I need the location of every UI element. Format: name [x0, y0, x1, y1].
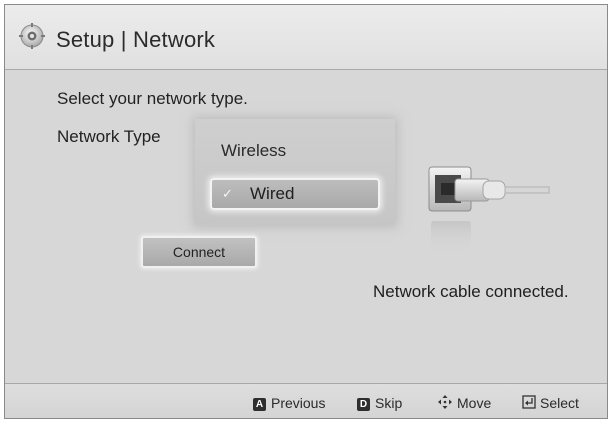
skip-hint[interactable]: D Skip [357, 395, 402, 411]
footer-bar: A Previous D Skip Move Select [5, 383, 607, 418]
header-bar: Setup | Network [5, 5, 607, 70]
network-type-dropdown[interactable]: Wireless ✓ Wired [195, 119, 395, 225]
connection-status: Network cable connected. [373, 282, 569, 301]
network-type-label: Network Type [57, 127, 161, 146]
network-prompt: Select your network type. [57, 89, 248, 108]
gear-icon [19, 23, 45, 49]
a-button-icon: A [253, 398, 266, 411]
move-arrows-icon [438, 395, 452, 409]
enter-icon [522, 395, 536, 409]
select-hint[interactable]: Select [522, 395, 579, 411]
option-wireless[interactable]: Wireless [221, 141, 286, 161]
move-hint[interactable]: Move [437, 395, 491, 411]
page-title: Setup | Network [56, 27, 216, 52]
option-wired-label: Wired [250, 184, 295, 203]
connect-button[interactable]: Connect [141, 236, 257, 268]
setup-network-screen: Setup | Network Select your network type… [4, 4, 608, 419]
previous-hint[interactable]: A Previous [253, 395, 325, 411]
ethernet-cable-icon [428, 166, 550, 255]
skip-label: Skip [375, 395, 403, 411]
checkmark-icon: ✓ [222, 186, 233, 201]
select-label: Select [540, 395, 579, 411]
d-button-icon: D [357, 398, 370, 411]
option-wired[interactable]: ✓ Wired [210, 178, 380, 210]
move-label: Move [457, 395, 492, 411]
previous-label: Previous [271, 395, 326, 411]
